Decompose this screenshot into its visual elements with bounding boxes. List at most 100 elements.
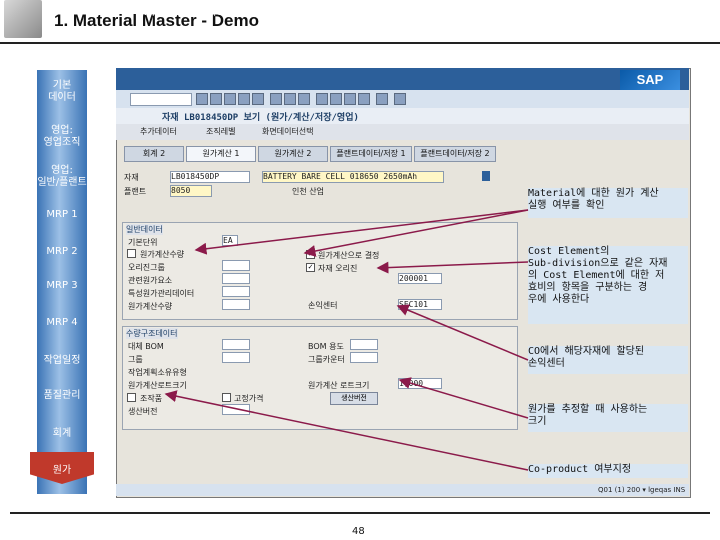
org-levels-button[interactable]: 조직레벨 xyxy=(206,126,235,137)
production-version-label: 생산버전 xyxy=(128,407,158,416)
cancel-icon[interactable] xyxy=(252,93,264,105)
find-icon[interactable] xyxy=(284,93,296,105)
step-sales-plant: 영업: 일반/플랜트 xyxy=(37,165,87,188)
plant-label: 플랜트 xyxy=(124,187,147,196)
origin-group-label: 오리진그룹 xyxy=(128,263,165,272)
sap-menubar xyxy=(116,68,689,90)
menu-goto[interactable]: 이동(G) xyxy=(196,5,227,18)
task-list-type-label: 작업계획소유유형 xyxy=(128,368,187,377)
next-page-icon[interactable] xyxy=(344,93,356,105)
enter-icon[interactable] xyxy=(196,93,208,105)
with-qty-structure-checkbox[interactable]: ✓ xyxy=(306,250,315,259)
co-product-label: 조작품 xyxy=(140,394,163,403)
back-icon[interactable] xyxy=(224,93,236,105)
tab-plant-storage-1[interactable]: 플랜트데이터/저장 1 xyxy=(330,146,412,162)
screen-title: 자재 LB018450DP 보기 (원가/계산/저장/영업) xyxy=(162,113,359,123)
overhead-group-field[interactable] xyxy=(222,273,250,284)
step-costing: 원가 xyxy=(52,465,72,476)
callout-co-product: Co-product 여부지정 xyxy=(528,464,688,478)
prev-page-icon[interactable] xyxy=(330,93,342,105)
application-toolbar xyxy=(116,124,689,140)
save-icon[interactable] xyxy=(210,93,222,105)
group-field[interactable] xyxy=(222,352,250,363)
overhead-group-label: 관련원가요소 xyxy=(128,276,173,285)
last-page-icon[interactable] xyxy=(358,93,370,105)
tab-accounting-2[interactable]: 회계 2 xyxy=(124,146,184,162)
step-sales-org: 영업: 영업조직 xyxy=(43,125,81,148)
header-divider xyxy=(0,42,720,44)
page-number: 48 xyxy=(352,526,365,537)
callout-cost-element: Cost Element의 Sub-division으로 같은 자재 의 Cos… xyxy=(528,246,688,324)
qty-structure-title: 수량구조데이터 xyxy=(126,328,178,339)
cost-element-field[interactable]: 200001 xyxy=(398,273,442,284)
menu-system[interactable]: 시스템(Y) xyxy=(270,5,307,18)
print-icon[interactable] xyxy=(270,93,282,105)
tab-costing-1[interactable]: 원가계산 1 xyxy=(186,146,256,162)
group-label: 그룹 xyxy=(128,355,143,364)
lot-size-label: 원가계산 로트크기 xyxy=(308,381,370,390)
tab-plant-storage-2[interactable]: 플랜트데이터/저장 2 xyxy=(414,146,496,162)
callout-profit-center: CO에서 해당자재에 할당된 손익센터 xyxy=(528,346,688,374)
step-quality: 품질관리 xyxy=(43,390,81,401)
sap-logo: SAP xyxy=(620,70,680,90)
alt-bom-label: 대체 BOM xyxy=(128,342,164,351)
header-logo-image xyxy=(4,0,42,38)
fixed-price-label: 고정가격 xyxy=(234,394,264,403)
info-icon[interactable] xyxy=(482,171,490,181)
menu-material[interactable]: 자재(M) xyxy=(124,5,155,18)
special-costing-label: 특성원가관리데이터 xyxy=(128,289,195,298)
screen-data-button[interactable]: 화면데이터선택 xyxy=(262,126,314,137)
bom-usage-label: BOM 용도 xyxy=(308,342,344,351)
menu-environment[interactable]: 환경(N) xyxy=(232,5,262,18)
material-origin-checkbox[interactable]: ✓ xyxy=(306,263,315,272)
costing-lot-label: 원가계산수량 xyxy=(128,302,173,311)
menu-edit[interactable]: 편집(E) xyxy=(160,5,189,18)
first-page-icon[interactable] xyxy=(316,93,328,105)
command-field[interactable] xyxy=(130,93,192,106)
bom-usage-field[interactable] xyxy=(350,339,378,350)
menu-help[interactable]: 도움말(H) xyxy=(318,5,357,18)
alt-bom-field[interactable] xyxy=(222,339,250,350)
plant-field[interactable]: 8050 xyxy=(170,185,212,197)
page-title: 1. Material Master - Demo xyxy=(54,11,260,30)
new-session-icon[interactable] xyxy=(376,93,388,105)
base-unit-field[interactable]: EA xyxy=(222,235,238,246)
costing-lot-size-label: 원가계산로트크기 xyxy=(128,381,187,390)
production-version-button[interactable]: 생산버전 xyxy=(330,392,378,405)
callout-lot-size: 원가를 추정할 때 사용하는 크기 xyxy=(528,404,688,432)
base-unit-label: 기본단위 xyxy=(128,238,158,247)
exit-icon[interactable] xyxy=(238,93,250,105)
material-origin-label: 자재 오리진 xyxy=(318,264,358,273)
group-counter-label: 그룹카운터 xyxy=(308,355,345,364)
with-qty-structure-label: 원가계산으로 결정 xyxy=(318,251,380,260)
costing-qty-label: 원가계산수량 xyxy=(140,250,185,259)
step-mrp3: MRP 3 xyxy=(46,280,78,291)
step-work-schedule: 작업일정 xyxy=(43,355,81,366)
fixed-price-checkbox[interactable] xyxy=(222,393,231,402)
costing-lot-field[interactable] xyxy=(222,299,250,310)
status-text: Q01 (1) 200 ▾ lgeqas INS xyxy=(598,486,686,494)
special-costing-field[interactable] xyxy=(222,286,250,297)
additional-data-button[interactable]: 추가데이터 xyxy=(140,126,177,137)
find-next-icon[interactable] xyxy=(298,93,310,105)
step-mrp4: MRP 4 xyxy=(46,317,78,328)
profit-center-label: 손익센터 xyxy=(308,301,338,310)
plant-description: 인천 산업 xyxy=(292,187,324,196)
process-steps: 기본 데이터 영업: 영업조직 영업: 일반/플랜트 MRP 1 MRP 2 M… xyxy=(30,70,94,500)
co-product-checkbox[interactable] xyxy=(127,393,136,402)
profit-center-field[interactable]: SEC101 xyxy=(398,299,442,310)
step-accounting: 회계 xyxy=(52,428,72,439)
help-icon[interactable] xyxy=(394,93,406,105)
costing-qty-checkbox[interactable] xyxy=(127,249,136,258)
footer-divider xyxy=(10,512,710,514)
lot-size-field[interactable]: 1,000 xyxy=(398,378,442,389)
step-mrp1: MRP 1 xyxy=(46,209,78,220)
origin-group-field[interactable] xyxy=(222,260,250,271)
production-version-field[interactable] xyxy=(222,404,250,415)
group-counter-field[interactable] xyxy=(350,352,378,363)
material-field[interactable]: LB018450DP xyxy=(170,171,250,183)
general-data-title: 일반데이터 xyxy=(126,224,163,235)
material-description-field[interactable]: BATTERY BARE CELL 018650 2650mAh xyxy=(262,171,444,183)
material-label: 자재 xyxy=(124,173,139,182)
tab-costing-2[interactable]: 원가계산 2 xyxy=(258,146,328,162)
